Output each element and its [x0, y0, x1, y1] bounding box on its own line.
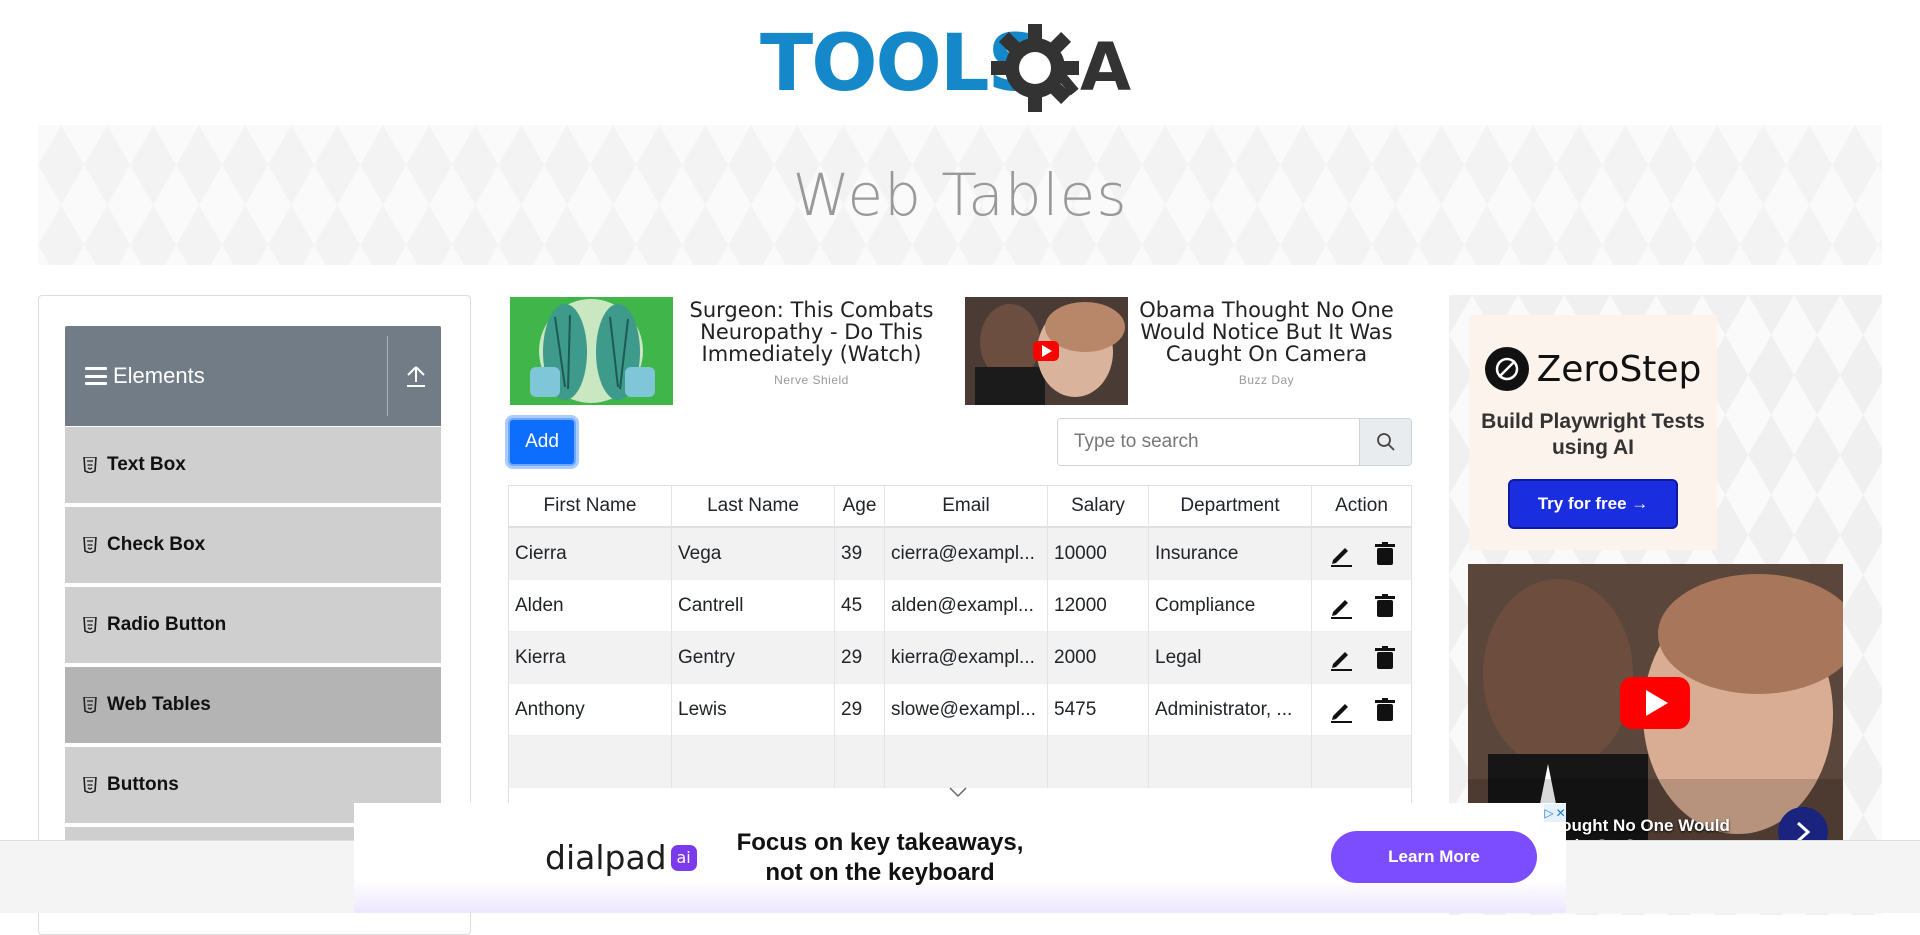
cell-salary: 10000: [1048, 528, 1149, 580]
ad-headline: Surgeon: This Combats Neuropathy - Do Th…: [689, 298, 934, 366]
edit-icon[interactable]: [1328, 697, 1354, 723]
cell-action: [1312, 580, 1411, 632]
cell-department: Legal: [1149, 632, 1312, 684]
cell-email: slowe@exampl...: [885, 684, 1048, 736]
cell-salary: 5475: [1048, 684, 1149, 736]
cell-age: 45: [835, 580, 885, 632]
cell-salary: 2000: [1048, 632, 1149, 684]
cell-first-name: Alden: [509, 580, 672, 632]
column-header-last-name[interactable]: Last Name: [672, 486, 835, 526]
web-table: First Name Last Name Age Email Salary De…: [508, 485, 1412, 805]
cell-last-name: Vega: [672, 528, 835, 580]
edit-icon[interactable]: [1328, 645, 1354, 671]
edit-icon[interactable]: [1328, 541, 1354, 567]
sidebar-item-label: Text Box: [107, 454, 186, 475]
column-header-age[interactable]: Age: [835, 486, 885, 526]
collapse-up-icon[interactable]: [405, 364, 427, 388]
ad-thumbnail-feet: [510, 297, 673, 405]
dialpad-ai-badge: ai: [670, 844, 697, 871]
cell-department: Compliance: [1149, 580, 1312, 632]
cell-email: cierra@exampl...: [885, 528, 1048, 580]
html5-icon: [83, 617, 97, 633]
cell-last-name: Cantrell: [672, 580, 835, 632]
dialpad-headline: Focus on key takeaways, not on the keybo…: [736, 829, 1024, 886]
learn-more-button[interactable]: Learn More: [1331, 831, 1537, 883]
cell-first-name: Kierra: [509, 632, 672, 684]
table-header-row: First Name Last Name Age Email Salary De…: [509, 486, 1411, 528]
sidebar-item-label: Buttons: [107, 774, 179, 795]
table-row: Kierra Gentry 29 kierra@exampl... 2000 L…: [509, 632, 1411, 684]
ad-thumbnail-video: [965, 297, 1128, 405]
html5-icon: [83, 457, 97, 473]
sidebar-item-text-box[interactable]: Text Box: [65, 427, 441, 505]
sidebar-group-title: Elements: [113, 363, 205, 388]
cell-age: 39: [835, 528, 885, 580]
edit-icon[interactable]: [1328, 593, 1354, 619]
cell-action: [1312, 632, 1411, 684]
cell-last-name: Gentry: [672, 632, 835, 684]
search-box: [1057, 418, 1412, 466]
header-divider: [387, 336, 388, 416]
cell-last-name: Lewis: [672, 684, 835, 736]
cell-age: 29: [835, 684, 885, 736]
chevron-down-icon[interactable]: [948, 785, 968, 799]
column-header-salary[interactable]: Salary: [1048, 486, 1149, 526]
table-row: Cierra Vega 39 cierra@exampl... 10000 In…: [509, 528, 1411, 580]
ad-headline: Obama Thought No One Would Notice But It…: [1139, 298, 1394, 366]
table-row-empty: [509, 736, 1411, 788]
sidebar-item-radio-button[interactable]: Radio Button: [65, 587, 441, 665]
sidebar-item-web-tables[interactable]: Web Tables: [65, 667, 441, 745]
hamburger-icon: [85, 367, 107, 385]
delete-icon[interactable]: [1372, 593, 1398, 619]
logo-text-a: A: [1080, 29, 1131, 106]
toolsqa-logo[interactable]: TOOLS A: [760, 18, 1165, 116]
search-button[interactable]: [1359, 419, 1411, 465]
zerostep-tagline: Build Playwright Tests using AI: [1481, 410, 1705, 459]
sidebar-item-label: Web Tables: [107, 694, 211, 715]
cell-email: kierra@exampl...: [885, 632, 1048, 684]
zerostep-brand: ZeroStep: [1536, 348, 1702, 390]
cell-department: Administrator, ...: [1149, 684, 1312, 736]
page-title: Web Tables: [792, 161, 1128, 229]
sponsored-ads-row: Surgeon: This Combats Neuropathy - Do Th…: [510, 297, 1410, 407]
cell-action: [1312, 528, 1411, 580]
sidebar-item-label: Radio Button: [107, 614, 227, 635]
cell-email: alden@exampl...: [885, 580, 1048, 632]
table-row: Anthony Lewis 29 slowe@exampl... 5475 Ad…: [509, 684, 1411, 736]
zerostep-ad[interactable]: ZeroStep Build Playwright Tests using AI…: [1469, 315, 1717, 550]
html5-icon: [83, 697, 97, 713]
html5-icon: [83, 777, 97, 793]
add-record-button[interactable]: Add: [508, 418, 576, 466]
ad-source: Buzz Day: [1238, 373, 1295, 387]
column-header-action[interactable]: Action: [1312, 486, 1411, 526]
try-for-free-button[interactable]: Try for free →: [1507, 479, 1679, 529]
column-header-email[interactable]: Email: [885, 486, 1048, 526]
column-header-department[interactable]: Department: [1149, 486, 1312, 526]
cell-salary: 12000: [1048, 580, 1149, 632]
ad-card[interactable]: Surgeon: This Combats Neuropathy - Do Th…: [510, 297, 950, 407]
page-banner: Web Tables: [38, 125, 1882, 265]
table-row: Alden Cantrell 45 alden@exampl... 12000 …: [509, 580, 1411, 632]
sidebar-group-elements[interactable]: Elements: [65, 326, 441, 426]
sidebar-item-label: Check Box: [107, 534, 206, 555]
column-header-first-name[interactable]: First Name: [509, 486, 672, 526]
ad-source: Nerve Shield: [774, 373, 849, 387]
adchoices-icon[interactable]: ▷ ✕: [1544, 804, 1566, 822]
cell-department: Insurance: [1149, 528, 1312, 580]
delete-icon[interactable]: [1372, 645, 1398, 671]
search-input[interactable]: [1058, 419, 1359, 465]
html5-icon: [83, 537, 97, 553]
cell-first-name: Anthony: [509, 684, 672, 736]
sidebar-item-check-box[interactable]: Check Box: [65, 507, 441, 585]
ad-card[interactable]: Obama Thought No One Would Notice But It…: [965, 297, 1405, 407]
dialpad-brand: dialpad: [545, 838, 667, 877]
dialpad-logo: dialpad ai: [545, 838, 697, 877]
cell-action: [1312, 684, 1411, 736]
delete-icon[interactable]: [1372, 541, 1398, 567]
cell-age: 29: [835, 632, 885, 684]
search-icon: [1376, 433, 1395, 451]
delete-icon[interactable]: [1372, 697, 1398, 723]
cell-first-name: Cierra: [509, 528, 672, 580]
zerostep-logo-icon: [1484, 347, 1529, 391]
